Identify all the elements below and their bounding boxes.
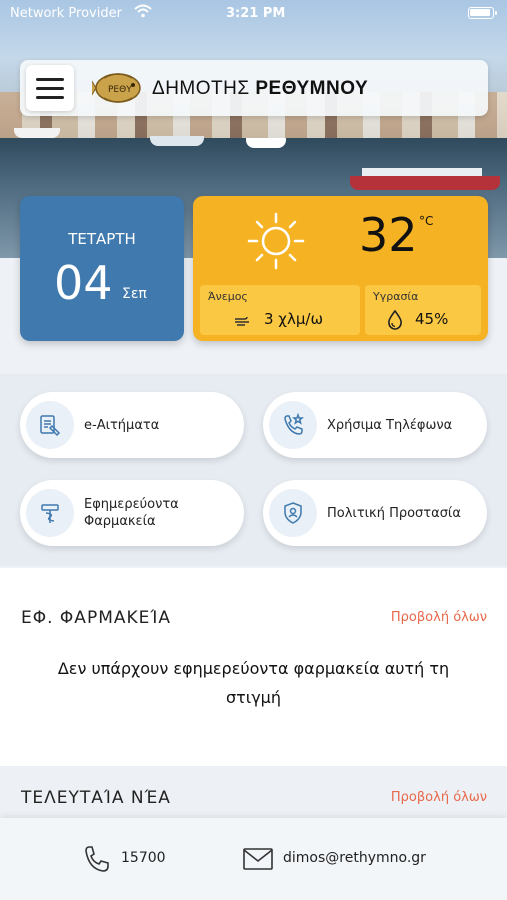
weather-card: 32 °C Άνεμος 3 χλμ/ω Υγρασία 45% xyxy=(193,196,488,341)
phone-number[interactable]: 15700 xyxy=(121,850,166,866)
temperature-value: 32 xyxy=(359,208,418,262)
e-requests-button[interactable]: e-Αιτήματα xyxy=(20,392,244,458)
hamburger-line xyxy=(36,78,64,81)
on-duty-pharmacies-label: Εφημερεύοντα Φαρμακεία xyxy=(84,480,179,546)
sun-icon xyxy=(245,210,307,276)
title-city: ΡΕΘΥΜΝΟΥ xyxy=(255,78,369,99)
carrier-name: Network Provider xyxy=(10,6,122,21)
wind-label: Άνεμος xyxy=(208,290,248,303)
menu-button[interactable] xyxy=(26,65,74,111)
hamburger-line xyxy=(36,96,64,99)
logo-text: ΡΕΘΥ xyxy=(108,85,132,95)
wind-value: 3 χλμ/ω xyxy=(264,310,324,328)
document-request-icon xyxy=(26,401,74,449)
phone-icon[interactable] xyxy=(81,844,111,878)
useful-phones-label: Χρήσιμα Τηλέφωνα xyxy=(327,417,453,433)
humidity-value: 45% xyxy=(415,310,449,328)
wifi-icon xyxy=(134,4,152,22)
shield-person-icon xyxy=(269,489,317,537)
civil-protection-label: Πολιτική Προστασία xyxy=(327,505,461,521)
hamburger-line xyxy=(36,87,64,90)
pharmacies-view-all-link[interactable]: Προβολή όλων xyxy=(391,610,487,625)
humidity-box: Υγρασία 45% xyxy=(365,285,481,335)
useful-phones-button[interactable]: Χρήσιμα Τηλέφωνα xyxy=(263,392,487,458)
boat xyxy=(246,138,286,148)
weekday-label: ΤΕΤΑΡΤΗ xyxy=(68,230,136,248)
day-number: 04 xyxy=(54,256,113,310)
app-header: ΡΕΘΥ ΔΗΜΟΤΗΣ ΡΕΘΥΜΝΟΥ xyxy=(20,60,488,116)
email-address[interactable]: dimos@rethymno.gr xyxy=(283,850,426,866)
news-title: ΤΕΛΕΥΤΑΊΑ ΝΈΑ xyxy=(21,788,171,808)
drop-icon xyxy=(387,309,403,334)
date-card: ΤΕΤΑΡΤΗ 04 Σεπ xyxy=(20,196,184,341)
clock: 3:21 PM xyxy=(226,6,286,21)
title-prefix: ΔΗΜΟΤΗΣ xyxy=(152,78,250,99)
boat xyxy=(14,128,60,138)
mail-icon[interactable] xyxy=(243,848,273,874)
quick-actions: e-Αιτήματα Χρήσιμα Τηλέφωνα Εφημερεύοντα… xyxy=(0,374,507,566)
pharmacies-title: ΕΦ. ΦΑΡΜΑΚΕΊΑ xyxy=(21,608,171,628)
pharmacies-section: ΕΦ. ΦΑΡΜΑΚΕΊΑ Προβολή όλων Δεν υπάρχουν … xyxy=(0,568,507,766)
month-label: Σεπ xyxy=(122,286,147,302)
fish-crest-logo-icon: ΡΕΘΥ xyxy=(89,66,144,114)
contact-footer: 15700 dimos@rethymno.gr xyxy=(0,818,507,900)
red-boat xyxy=(350,176,500,190)
temperature-unit: °C xyxy=(419,214,434,228)
news-view-all-link[interactable]: Προβολή όλων xyxy=(391,790,487,805)
battery-icon xyxy=(468,7,497,19)
humidity-label: Υγρασία xyxy=(373,290,419,303)
on-duty-pharmacies-button[interactable]: Εφημερεύοντα Φαρμακεία xyxy=(20,480,244,546)
e-requests-label: e-Αιτήματα xyxy=(84,417,160,433)
phone-star-icon xyxy=(269,401,317,449)
wind-icon xyxy=(234,312,252,331)
pharmacy-icon xyxy=(26,489,74,537)
on-duty-pharmacies-text: Εφημερεύοντα Φαρμακεία xyxy=(84,497,179,529)
civil-protection-button[interactable]: Πολιτική Προστασία xyxy=(263,480,487,546)
news-section: ΤΕΛΕΥΤΑΊΑ ΝΈΑ Προβολή όλων xyxy=(0,766,507,826)
status-bar: Network Provider 3:21 PM xyxy=(0,0,507,28)
pharmacies-empty-message: Δεν υπάρχουν εφημερεύοντα φαρμακεία αυτή… xyxy=(57,659,450,707)
app-title: ΔΗΜΟΤΗΣ ΡΕΘΥΜΝΟΥ xyxy=(152,78,368,100)
wind-box: Άνεμος 3 χλμ/ω xyxy=(200,285,360,335)
boat xyxy=(150,136,204,146)
